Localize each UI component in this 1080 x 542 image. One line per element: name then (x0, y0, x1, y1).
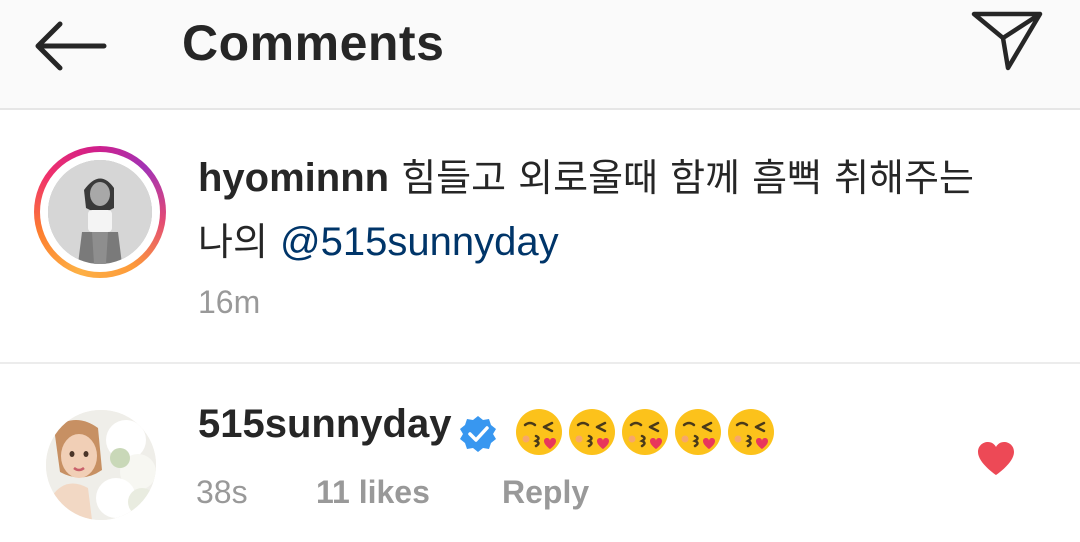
comment-divider (0, 362, 1080, 364)
like-heart-icon[interactable] (976, 441, 1016, 477)
kissing-face-icon (675, 409, 721, 455)
verified-badge-icon (460, 416, 496, 452)
comment-likes-count[interactable]: 11 likes (316, 474, 430, 511)
caption-body: hyominnn 힘들고 외로울때 함께 흠뻑 취해주는 나의 @515sunn… (198, 146, 998, 274)
reply-button[interactable]: Reply (502, 474, 589, 511)
kissing-face-icon (728, 409, 774, 455)
caption-avatar[interactable] (34, 146, 166, 278)
paper-plane-icon (971, 11, 1043, 71)
arrow-left-icon (35, 21, 107, 71)
comment-text: 😘😘😘😘😘 (514, 407, 779, 457)
caption-mention-link[interactable]: @515sunnyday (280, 220, 559, 264)
kissing-face-icon (569, 409, 615, 455)
caption-timestamp: 16m (198, 284, 261, 320)
kissing-face-icon (516, 409, 562, 455)
comment-avatar[interactable] (46, 410, 156, 520)
caption-username[interactable]: hyominnn (198, 156, 389, 200)
comment-username[interactable]: 515sunnyday (198, 402, 451, 447)
avatar-photo (48, 160, 152, 264)
person-photo (46, 410, 156, 520)
top-bar: Comments (0, 0, 1080, 110)
person-photo (48, 160, 152, 264)
back-button[interactable] (30, 12, 110, 72)
direct-message-button[interactable] (968, 4, 1048, 74)
page-title: Comments (182, 15, 445, 71)
kissing-face-icon (622, 409, 668, 455)
comment-timestamp: 38s (196, 474, 248, 510)
